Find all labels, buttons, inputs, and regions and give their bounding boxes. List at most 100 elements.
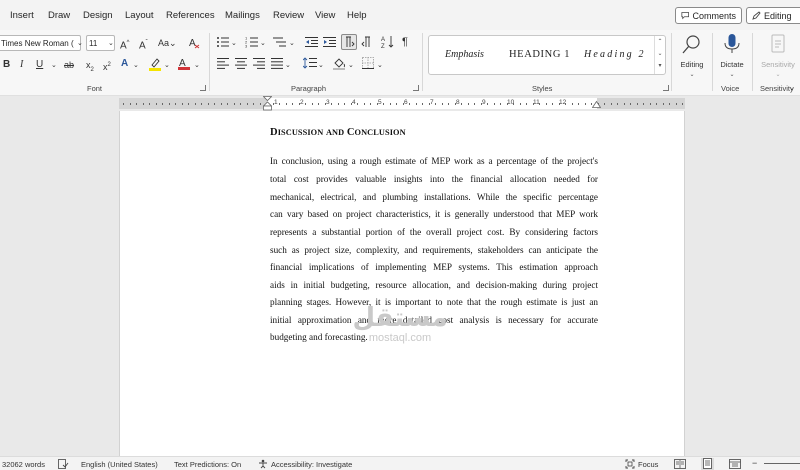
ruler-tick [584, 103, 586, 105]
web-layout-icon[interactable] [729, 459, 741, 470]
collapse-ribbon-icon[interactable]: ⌄ [789, 83, 795, 95]
ruler-tick [162, 103, 163, 105]
horizontal-ruler[interactable]: 1 2 3 4 5 6 7 8 9 10 11 12 [0, 96, 800, 111]
font-family-select[interactable]: Times New Roman ( [0, 35, 81, 51]
menu-view[interactable]: View [315, 10, 335, 21]
read-mode-icon[interactable] [674, 459, 686, 470]
bold-icon[interactable]: B [3, 59, 10, 71]
menu-draw[interactable]: Draw [48, 10, 70, 21]
print-layout-icon[interactable] [701, 458, 714, 470]
pencil-icon [752, 11, 761, 20]
chevron-down-icon[interactable]: ⌄ [348, 60, 354, 72]
sort-icon[interactable]: AZ [381, 35, 394, 53]
subscript-icon[interactable]: x2 [86, 59, 94, 76]
word-count[interactable]: 32062 words [2, 460, 45, 469]
right-indent-marker-icon[interactable] [592, 99, 601, 108]
editing-mode-button[interactable]: Editing [746, 7, 800, 24]
chevron-down-icon[interactable]: ⌄ [377, 60, 383, 72]
superscript-icon[interactable]: x2 [103, 59, 111, 73]
sensitivity-button[interactable]: Sensitivity ⌄ [756, 33, 800, 78]
menu-review[interactable]: Review [273, 10, 304, 21]
accessibility-status[interactable]: Accessibility: Investigate [271, 460, 352, 469]
clear-formatting-icon[interactable]: A [189, 36, 201, 53]
svg-text:A: A [189, 38, 196, 49]
show-formatting-icon[interactable]: ¶ [402, 36, 408, 48]
strikethrough-icon[interactable]: ab [64, 59, 74, 71]
line-spacing-icon[interactable] [302, 57, 317, 73]
chevron-down-icon[interactable]: ⌄ [318, 60, 324, 72]
ruler-tick [123, 103, 124, 105]
dictate-button[interactable]: Dictate ⌄ [716, 33, 748, 78]
ltr-direction-icon[interactable] [341, 34, 357, 50]
chevron-down-icon[interactable]: ⌄ [51, 60, 57, 72]
document-page[interactable]: DISCUSSION AND CONCLUSION In conclusion,… [119, 111, 685, 456]
chevron-down-icon[interactable]: ⌄ [108, 38, 114, 50]
justify-icon[interactable] [271, 58, 283, 73]
shrink-font-icon[interactable]: Aˇ [139, 37, 148, 52]
shading-icon[interactable] [333, 57, 346, 74]
paragraph-dialog-launcher-icon[interactable] [413, 85, 419, 91]
ruler-tick [610, 103, 612, 105]
chevron-down-icon[interactable]: ⌄ [289, 38, 295, 50]
menu-bar: Insert Draw Design Layout References Mai… [0, 0, 800, 30]
paragraph-line: represents a substantial portion of the … [270, 227, 598, 237]
font-dialog-launcher-icon[interactable] [200, 85, 206, 91]
editing-button[interactable]: Editing ⌄ [677, 33, 707, 78]
numbering-icon[interactable]: 123 [245, 36, 259, 52]
style-heading-2[interactable]: Heading 2 [584, 49, 646, 60]
style-heading-1[interactable]: HEADING 1 [509, 49, 570, 60]
chevron-down-icon[interactable]: ⌄ [194, 60, 200, 72]
text-effects-icon[interactable]: A [121, 58, 128, 70]
chevron-down-icon[interactable]: ⌄ [260, 38, 266, 50]
menu-insert[interactable]: Insert [10, 10, 34, 21]
ruler-tick [500, 103, 501, 105]
scroll-down-icon[interactable]: ⌄ [655, 48, 665, 60]
ruler-tick [311, 103, 313, 105]
styles-dialog-launcher-icon[interactable] [663, 85, 669, 91]
ruler-tick [389, 103, 391, 105]
rtl-direction-icon[interactable] [361, 36, 373, 52]
align-center-icon[interactable] [235, 58, 247, 73]
menu-design[interactable]: Design [83, 10, 113, 21]
change-case-icon[interactable]: Aa⌄ [158, 37, 177, 49]
align-left-icon[interactable] [217, 58, 229, 73]
menu-help[interactable]: Help [347, 10, 367, 21]
underline-icon[interactable]: U [36, 59, 43, 71]
ruler-tick [259, 103, 261, 105]
proofing-icon[interactable] [58, 459, 69, 470]
increase-indent-icon[interactable] [323, 36, 337, 52]
comments-button[interactable]: Comments [675, 7, 742, 24]
chevron-down-icon[interactable]: ⌄ [285, 60, 291, 72]
ruler-tick [662, 103, 664, 105]
indent-marker-icon[interactable] [263, 96, 272, 111]
chevron-down-icon[interactable]: ⌄ [164, 60, 170, 72]
bullets-icon[interactable] [216, 36, 230, 52]
decrease-indent-icon[interactable] [305, 36, 319, 52]
zoom-out-icon[interactable]: − [752, 458, 757, 468]
menu-layout[interactable]: Layout [125, 10, 154, 21]
chevron-down-icon[interactable]: ⌄ [77, 38, 83, 50]
highlight-icon[interactable] [149, 57, 161, 75]
scroll-up-icon[interactable]: ⌃ [655, 36, 665, 48]
italic-icon[interactable]: I [20, 59, 23, 71]
ruler-tick [350, 103, 352, 105]
expand-gallery-icon[interactable]: ▾ [655, 60, 665, 72]
zoom-slider[interactable] [764, 463, 800, 464]
style-emphasis[interactable]: Emphasis [445, 49, 484, 60]
borders-icon[interactable] [362, 57, 374, 73]
chevron-down-icon[interactable]: ⌄ [133, 60, 139, 72]
text-predictions-status[interactable]: Text Predictions: On [174, 460, 241, 469]
grow-font-icon[interactable]: A^ [120, 37, 130, 52]
menu-mailings[interactable]: Mailings [225, 10, 260, 21]
align-right-icon[interactable] [253, 58, 265, 73]
focus-button[interactable]: Focus [638, 460, 658, 469]
styles-scrollbar[interactable]: ⌃ ⌄ ▾ [654, 36, 665, 74]
section-heading: DISCUSSION AND CONCLUSION [270, 127, 406, 138]
font-color-icon[interactable]: A [178, 56, 190, 74]
svg-text:3: 3 [245, 44, 248, 49]
ruler-left-margin [119, 98, 267, 109]
chevron-down-icon[interactable]: ⌄ [231, 38, 237, 50]
multilevel-list-icon[interactable] [273, 36, 287, 52]
language-status[interactable]: English (United States) [81, 460, 158, 469]
menu-references[interactable]: References [166, 10, 215, 21]
